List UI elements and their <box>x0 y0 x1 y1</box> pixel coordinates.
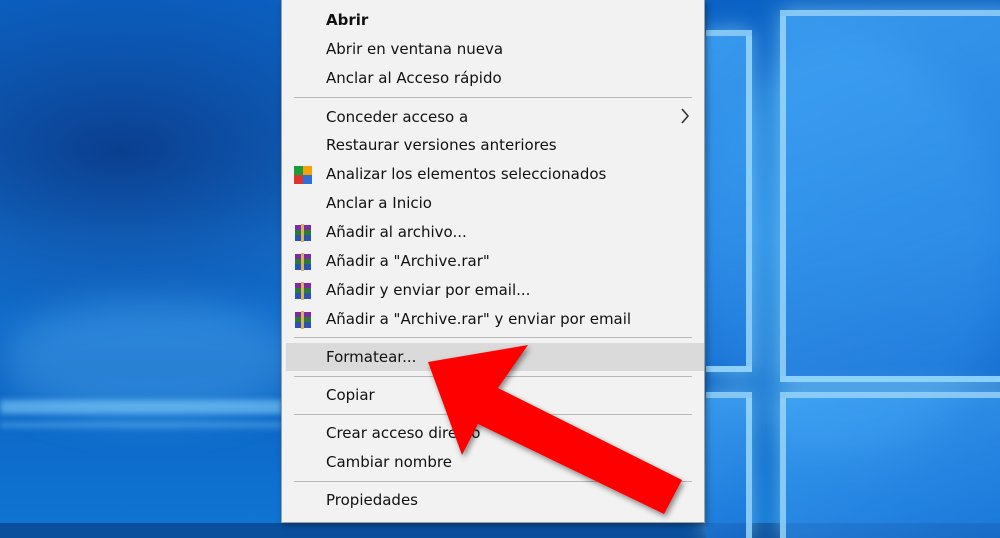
menu-item-label: Copiar <box>326 386 375 404</box>
winrar-books-icon <box>295 253 311 271</box>
menu-item-cambiar-nombre[interactable]: Cambiar nombre <box>286 448 704 476</box>
menu-item-anadir-enviar-email[interactable]: Añadir y enviar por email... <box>286 276 704 304</box>
menu-item-anclar-acceso-rapido[interactable]: Anclar al Acceso rápido <box>286 64 704 92</box>
menu-item-analizar-elementos[interactable]: Analizar los elementos seleccionados <box>286 160 704 188</box>
menu-item-label: Añadir y enviar por email... <box>326 281 531 299</box>
menu-item-label: Analizar los elementos seleccionados <box>326 165 607 183</box>
menu-item-anadir-archive-rar[interactable]: Añadir a "Archive.rar" <box>286 247 704 275</box>
winrar-books-icon <box>295 282 311 300</box>
wallpaper-light-beam <box>0 400 282 414</box>
menu-item-abrir[interactable]: Abrir <box>286 6 704 34</box>
winrar-books-icon <box>295 311 311 329</box>
menu-separator <box>294 97 692 98</box>
menu-item-label: Restaurar versiones anteriores <box>326 136 557 154</box>
menu-item-label: Conceder acceso a <box>326 108 469 126</box>
menu-item-label: Anclar a Inicio <box>326 194 432 212</box>
menu-separator <box>294 376 692 377</box>
wallpaper-light-beam <box>0 422 282 428</box>
menu-item-crear-acceso-directo[interactable]: Crear acceso directo <box>286 419 704 447</box>
menu-item-label: Abrir en ventana nueva <box>326 40 504 58</box>
menu-item-label: Añadir a "Archive.rar" y enviar por emai… <box>326 310 632 328</box>
menu-item-propiedades[interactable]: Propiedades <box>286 486 704 514</box>
menu-item-formatear[interactable]: Formatear... <box>286 343 704 371</box>
windows-logo-pane <box>706 30 752 372</box>
winrar-books-icon <box>295 224 311 242</box>
menu-item-restaurar-versiones[interactable]: Restaurar versiones anteriores <box>286 131 704 159</box>
menu-item-label: Añadir a "Archive.rar" <box>326 252 490 270</box>
avg-scan-icon <box>294 166 312 184</box>
menu-item-label: Anclar al Acceso rápido <box>326 69 502 87</box>
menu-item-label: Formatear... <box>326 348 417 366</box>
menu-separator <box>294 481 692 482</box>
menu-separator <box>294 337 692 338</box>
menu-item-label: Cambiar nombre <box>326 453 452 471</box>
menu-item-label: Añadir al archivo... <box>326 223 467 241</box>
menu-item-abrir-ventana-nueva[interactable]: Abrir en ventana nueva <box>286 35 704 63</box>
menu-item-copiar[interactable]: Copiar <box>286 381 704 409</box>
context-menu: Abrir Abrir en ventana nueva Anclar al A… <box>281 0 705 523</box>
menu-item-conceder-acceso[interactable]: Conceder acceso a <box>286 103 704 131</box>
menu-item-anadir-archivo[interactable]: Añadir al archivo... <box>286 218 704 246</box>
windows-logo-pane <box>706 392 752 538</box>
windows-logo-pane <box>780 10 1000 382</box>
windows-logo-pane <box>780 392 1000 538</box>
menu-separator <box>294 414 692 415</box>
menu-item-label: Propiedades <box>326 491 418 509</box>
menu-item-label: Abrir <box>326 11 369 29</box>
menu-item-anadir-archive-rar-email[interactable]: Añadir a "Archive.rar" y enviar por emai… <box>286 305 704 333</box>
chevron-right-icon <box>681 108 690 124</box>
menu-item-label: Crear acceso directo <box>326 424 481 442</box>
menu-item-anclar-inicio[interactable]: Anclar a Inicio <box>286 189 704 217</box>
